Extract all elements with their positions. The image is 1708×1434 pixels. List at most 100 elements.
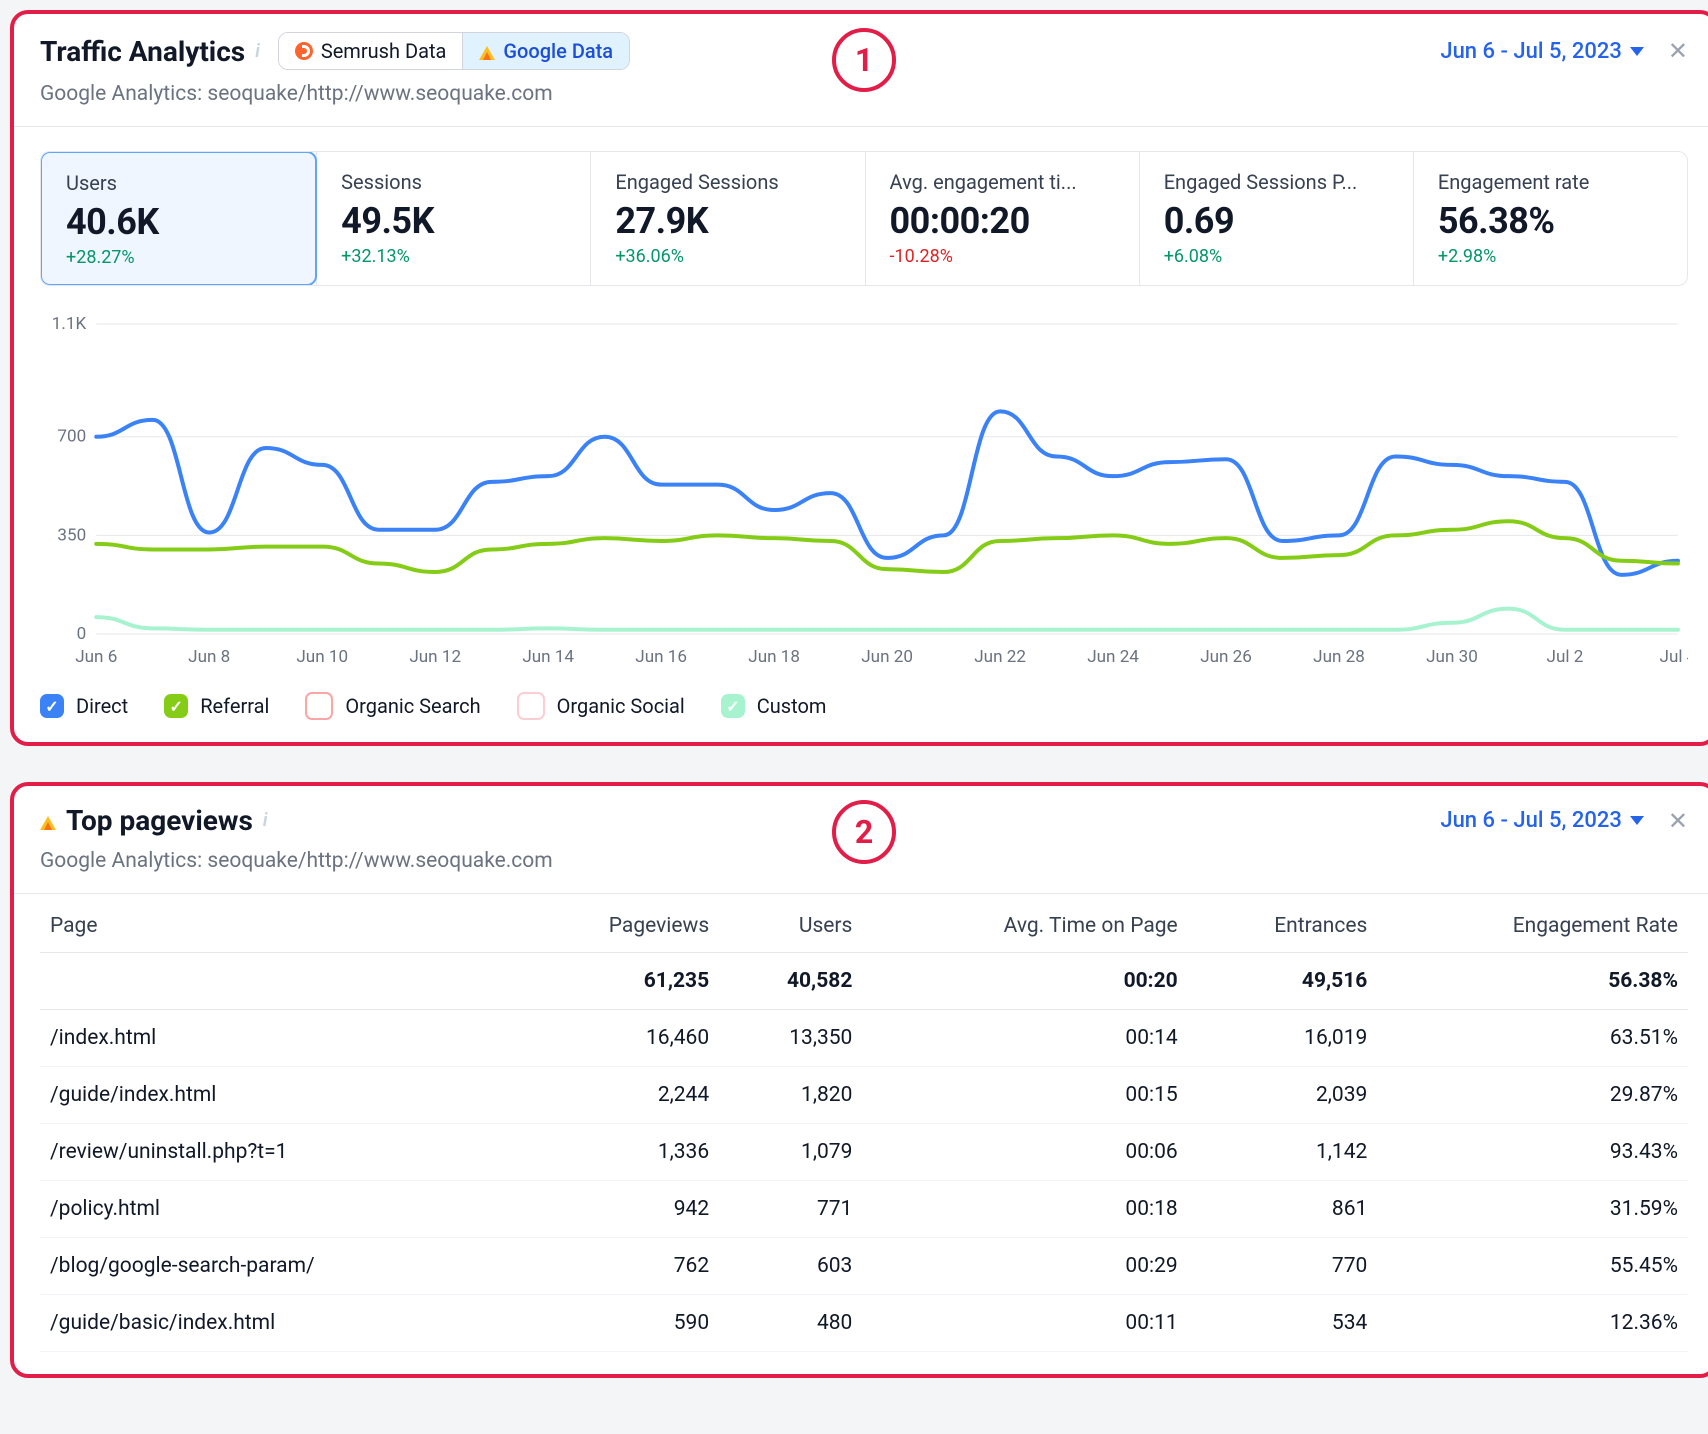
cell: 00:15 <box>862 1067 1187 1124</box>
metric-label: Engaged Sessions <box>615 170 840 194</box>
svg-text:Jun 22: Jun 22 <box>974 647 1026 667</box>
metric-avg-engagement-ti[interactable]: Avg. engagement ti...00:00:20-10.28% <box>865 152 1139 285</box>
col-page[interactable]: Page <box>40 900 517 953</box>
svg-text:0: 0 <box>77 624 87 644</box>
chart-legend: ✓Direct ✓Referral Organic Search Organic So… <box>40 692 1688 720</box>
svg-text:Jul 2: Jul 2 <box>1547 647 1584 667</box>
cell: /index.html <box>40 1010 517 1067</box>
google-analytics-icon <box>40 812 56 830</box>
svg-text:Jun 20: Jun 20 <box>861 647 913 667</box>
metric-sessions[interactable]: Sessions49.5K+32.13% <box>316 152 590 285</box>
semrush-icon <box>295 42 313 60</box>
col-avg-time-on-page[interactable]: Avg. Time on Page <box>862 900 1187 953</box>
table-row[interactable]: /index.html16,46013,35000:1416,01963.51% <box>40 1010 1688 1067</box>
cell: 31.59% <box>1377 1181 1688 1238</box>
metric-engagement-rate[interactable]: Engagement rate56.38%+2.98% <box>1413 152 1687 285</box>
metric-delta: +36.06% <box>615 246 840 267</box>
cell: 1,079 <box>719 1124 862 1181</box>
col-users[interactable]: Users <box>719 900 862 953</box>
svg-text:1.1K: 1.1K <box>52 314 87 334</box>
series-referral <box>96 521 1678 572</box>
svg-text:350: 350 <box>57 525 86 545</box>
legend-direct[interactable]: ✓Direct <box>40 692 128 720</box>
metric-value: 0.69 <box>1164 200 1389 242</box>
cell: 16,019 <box>1188 1010 1378 1067</box>
tab-semrush-data[interactable]: Semrush Data <box>279 33 463 69</box>
table-header-row: PagePageviewsUsersAvg. Time on PageEntra… <box>40 900 1688 953</box>
table-row[interactable]: /policy.html94277100:1886131.59% <box>40 1181 1688 1238</box>
legend-checkbox <box>517 692 545 720</box>
traffic-analytics-title: Traffic Analytics i <box>40 35 260 68</box>
svg-text:Jun 14: Jun 14 <box>522 647 574 667</box>
col-engagement-rate[interactable]: Engagement Rate <box>1377 900 1688 953</box>
cell: 00:14 <box>862 1010 1187 1067</box>
cell: 16,460 <box>517 1010 719 1067</box>
top-pageviews-title: Top pageviews i <box>40 804 267 837</box>
top-pageviews-card: 2 Top pageviews i Jun 6 - Jul 5, 2023 ✕ … <box>10 782 1708 1378</box>
cell: 00:18 <box>862 1181 1187 1238</box>
cell: 771 <box>719 1181 862 1238</box>
metric-delta: +6.08% <box>1164 246 1389 267</box>
cell: 29.87% <box>1377 1067 1688 1124</box>
cell: 63.51% <box>1377 1010 1688 1067</box>
cell: 942 <box>517 1181 719 1238</box>
metric-engaged-sessions[interactable]: Engaged Sessions 27.9K +36.06% <box>590 152 864 285</box>
annotation-badge-2: 2 <box>832 800 896 864</box>
info-icon[interactable]: i <box>255 41 260 62</box>
cell: /policy.html <box>40 1181 517 1238</box>
table-row[interactable]: /review/uninstall.php?t=11,3361,07900:06… <box>40 1124 1688 1181</box>
cell: 00:20 <box>862 953 1187 1010</box>
legend-label: Organic Social <box>557 694 685 718</box>
cell: 61,235 <box>517 953 719 1010</box>
data-source-toggle: Semrush Data Google Data <box>278 32 630 70</box>
tab-semrush-label: Semrush Data <box>321 39 447 63</box>
cell: 00:11 <box>862 1295 1187 1352</box>
legend-organic-search[interactable]: Organic Search <box>305 692 480 720</box>
metric-engaged-sessions-p[interactable]: Engaged Sessions P...0.69+6.08% <box>1139 152 1413 285</box>
table-row[interactable]: /guide/basic/index.html59048000:1153412.… <box>40 1295 1688 1352</box>
cell: /blog/google-search-param/ <box>40 1238 517 1295</box>
close-icon[interactable]: ✕ <box>1668 39 1688 63</box>
svg-text:Jun 12: Jun 12 <box>409 647 461 667</box>
info-icon[interactable]: i <box>263 810 268 831</box>
date-range-picker[interactable]: Jun 6 - Jul 5, 2023 <box>1440 39 1644 64</box>
legend-checkbox <box>305 692 333 720</box>
metrics-row: Users40.6K+28.27%Sessions49.5K+32.13%Eng… <box>40 151 1688 286</box>
close-icon[interactable]: ✕ <box>1668 809 1688 833</box>
metric-delta: -10.28% <box>890 246 1115 267</box>
metric-delta: +2.98% <box>1438 246 1663 267</box>
table-row[interactable]: /blog/google-search-param/76260300:29770… <box>40 1238 1688 1295</box>
cell: 12.36% <box>1377 1295 1688 1352</box>
cell: 480 <box>719 1295 862 1352</box>
traffic-chart: 03507001.1KJun 6Jun 8Jun 10Jun 12Jun 14J… <box>40 314 1688 674</box>
legend-referral[interactable]: ✓Referral <box>164 692 269 720</box>
col-pageviews[interactable]: Pageviews <box>517 900 719 953</box>
svg-text:Jun 6: Jun 6 <box>75 647 117 667</box>
google-analytics-icon <box>479 42 495 60</box>
tab-google-data[interactable]: Google Data <box>462 33 629 69</box>
cell: 93.43% <box>1377 1124 1688 1181</box>
traffic-analytics-card: 1 Traffic Analytics i Semrush Data Googl… <box>10 10 1708 746</box>
legend-checkbox: ✓ <box>164 694 188 718</box>
date-range-picker[interactable]: Jun 6 - Jul 5, 2023 <box>1440 808 1644 833</box>
table-row[interactable]: /guide/index.html2,2441,82000:152,03929.… <box>40 1067 1688 1124</box>
metric-value: 27.9K <box>615 200 840 242</box>
cell: 40,582 <box>719 953 862 1010</box>
tab-google-label: Google Data <box>503 39 613 63</box>
series-direct <box>96 411 1678 574</box>
legend-custom[interactable]: ✓ Custom <box>721 692 827 720</box>
annotation-badge-1: 1 <box>832 28 896 92</box>
cell: 00:06 <box>862 1124 1187 1181</box>
legend-label: Custom <box>757 694 827 718</box>
cell: 2,039 <box>1188 1067 1378 1124</box>
col-entrances[interactable]: Entrances <box>1188 900 1378 953</box>
metric-users[interactable]: Users40.6K+28.27% <box>40 151 317 286</box>
cell: 1,336 <box>517 1124 719 1181</box>
svg-text:Jun 30: Jun 30 <box>1426 647 1478 667</box>
cell: 603 <box>719 1238 862 1295</box>
legend-organic-social[interactable]: Organic Social <box>517 692 685 720</box>
cell: /guide/index.html <box>40 1067 517 1124</box>
cell: 00:29 <box>862 1238 1187 1295</box>
legend-checkbox: ✓ <box>721 694 745 718</box>
cell: 13,350 <box>719 1010 862 1067</box>
